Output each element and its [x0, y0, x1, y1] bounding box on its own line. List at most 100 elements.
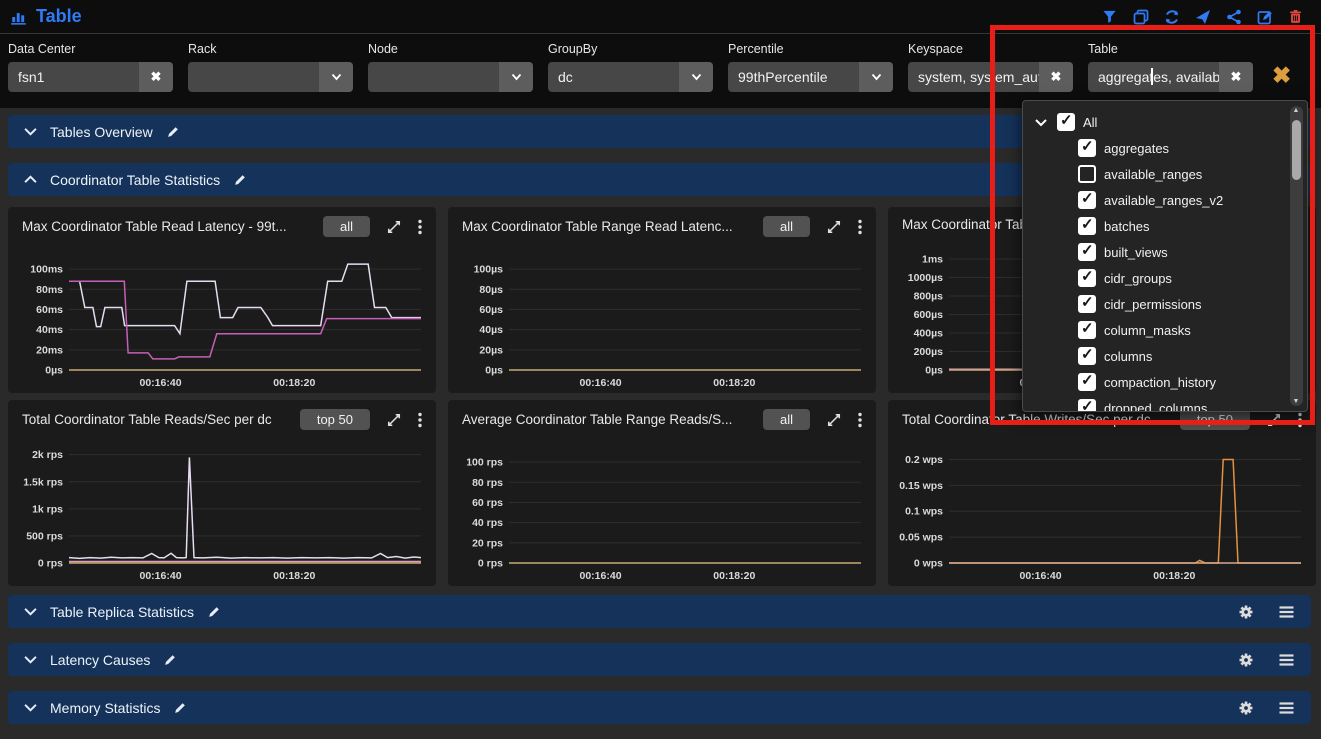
gear-icon[interactable] — [1238, 652, 1254, 668]
checkbox[interactable] — [1078, 243, 1096, 261]
clear-icon[interactable]: ✖ — [1219, 62, 1253, 92]
chevron-down-icon[interactable] — [499, 62, 533, 92]
panel-filter-badge[interactable]: all — [323, 216, 370, 237]
svg-text:0 rps: 0 rps — [38, 558, 63, 570]
pencil-icon[interactable] — [173, 701, 187, 715]
panel-title: Max Coordinator Table Range Read Latenc.… — [462, 219, 746, 234]
clear-icon[interactable]: ✖ — [139, 62, 173, 92]
checkbox[interactable] — [1057, 113, 1075, 131]
rack-value[interactable] — [188, 62, 319, 92]
svg-text:100µs: 100µs — [474, 264, 504, 276]
filter-percentile: Percentile 99thPercentile — [728, 42, 893, 92]
pencil-icon[interactable] — [166, 125, 180, 139]
node-select[interactable] — [368, 62, 533, 92]
dropdown-item-all[interactable]: All — [1023, 109, 1307, 135]
panel-filter-badge[interactable]: top 50 — [300, 409, 370, 430]
groupby-select[interactable]: dc — [548, 62, 713, 92]
panel-title: Total Coordinator Table Reads/Sec per dc — [22, 412, 283, 427]
svg-text:80µs: 80µs — [479, 284, 503, 296]
dropdown-item-label: available_ranges — [1104, 167, 1202, 182]
chevron-down-icon[interactable] — [859, 62, 893, 92]
svg-text:0µs: 0µs — [485, 365, 503, 377]
percentile-value[interactable]: 99thPercentile — [728, 62, 859, 92]
checkbox[interactable] — [1078, 321, 1096, 339]
keyspace-value[interactable]: system, system_auth — [908, 62, 1039, 92]
dropdown-item[interactable]: aggregates — [1023, 135, 1307, 161]
duplicate-icon[interactable] — [1133, 9, 1150, 26]
expand-icon[interactable] — [387, 413, 401, 427]
checkbox[interactable] — [1078, 139, 1096, 157]
send-icon[interactable] — [1195, 9, 1212, 26]
chevron-down-icon[interactable] — [319, 62, 353, 92]
checkbox[interactable] — [1078, 191, 1096, 209]
checkbox[interactable] — [1078, 373, 1096, 391]
svg-text:20 rps: 20 rps — [472, 537, 503, 549]
gear-icon[interactable] — [1238, 700, 1254, 716]
table-value[interactable]: aggregates, available — [1088, 62, 1219, 92]
checkbox[interactable] — [1078, 295, 1096, 313]
table-value-text: aggregates, available — [1098, 69, 1219, 85]
kebab-menu-icon[interactable] — [858, 219, 862, 235]
dropdown-item-label: columns — [1104, 349, 1152, 364]
checkbox[interactable] — [1078, 165, 1096, 183]
dropdown-item[interactable]: cidr_groups — [1023, 265, 1307, 291]
dropdown-item[interactable]: compaction_history — [1023, 369, 1307, 395]
groupby-value[interactable]: dc — [548, 62, 679, 92]
dropdown-item[interactable]: dropped_columns — [1023, 395, 1307, 412]
kebab-menu-icon[interactable] — [858, 412, 862, 428]
kebab-menu-icon[interactable] — [1298, 412, 1302, 428]
scrollbar-thumb[interactable] — [1292, 120, 1301, 180]
chevron-down-icon[interactable] — [1035, 118, 1049, 127]
section-latency-causes[interactable]: Latency Causes — [8, 643, 1311, 676]
chevron-down-icon[interactable] — [679, 62, 713, 92]
panel-filter-badge[interactable]: all — [763, 409, 810, 430]
rack-select[interactable] — [188, 62, 353, 92]
dropdown-item[interactable]: column_masks — [1023, 317, 1307, 343]
data-center-input[interactable]: fsn1 ✖ — [8, 62, 173, 92]
checkbox[interactable] — [1078, 347, 1096, 365]
checkbox[interactable] — [1078, 269, 1096, 287]
svg-text:40 rps: 40 rps — [472, 517, 503, 529]
clear-all-filters-icon[interactable]: ✖ — [1272, 62, 1291, 89]
dropdown-item[interactable]: built_views — [1023, 239, 1307, 265]
table-input[interactable]: aggregates, available ✖ — [1088, 62, 1253, 92]
keyspace-input[interactable]: system, system_auth ✖ — [908, 62, 1073, 92]
edit-icon[interactable] — [1257, 9, 1274, 26]
dropdown-item[interactable]: available_ranges_v2 — [1023, 187, 1307, 213]
kebab-menu-icon[interactable] — [418, 219, 422, 235]
dropdown-item[interactable]: batches — [1023, 213, 1307, 239]
hamburger-menu-icon[interactable] — [1278, 653, 1295, 667]
expand-icon[interactable] — [827, 413, 841, 427]
dropdown-item-label: cidr_permissions — [1104, 297, 1202, 312]
checkbox[interactable] — [1078, 399, 1096, 412]
hamburger-menu-icon[interactable] — [1278, 701, 1295, 715]
expand-icon[interactable] — [1267, 413, 1281, 427]
scrollbar[interactable] — [1290, 106, 1303, 406]
gear-icon[interactable] — [1238, 604, 1254, 620]
expand-icon[interactable] — [827, 220, 841, 234]
delete-icon[interactable] — [1288, 9, 1305, 26]
checkbox[interactable] — [1078, 217, 1096, 235]
share-icon[interactable] — [1226, 9, 1243, 26]
dropdown-item[interactable]: available_ranges — [1023, 161, 1307, 187]
dropdown-item[interactable]: cidr_permissions — [1023, 291, 1307, 317]
svg-text:0.2 wps: 0.2 wps — [905, 454, 943, 466]
pencil-icon[interactable] — [207, 605, 221, 619]
filter-label: Table — [1088, 42, 1253, 56]
kebab-menu-icon[interactable] — [418, 412, 422, 428]
dropdown-item[interactable]: columns — [1023, 343, 1307, 369]
panel-filter-badge[interactable]: top 50 — [1180, 409, 1250, 430]
percentile-select[interactable]: 99thPercentile — [728, 62, 893, 92]
pencil-icon[interactable] — [233, 173, 247, 187]
refresh-icon[interactable] — [1164, 9, 1181, 26]
section-table-replica-statistics[interactable]: Table Replica Statistics — [8, 595, 1311, 628]
filter-icon[interactable] — [1102, 9, 1119, 26]
clear-icon[interactable]: ✖ — [1039, 62, 1073, 92]
panel-filter-badge[interactable]: all — [763, 216, 810, 237]
expand-icon[interactable] — [387, 220, 401, 234]
hamburger-menu-icon[interactable] — [1278, 605, 1295, 619]
node-value[interactable] — [368, 62, 499, 92]
data-center-value[interactable]: fsn1 — [8, 62, 139, 92]
section-memory-statistics[interactable]: Memory Statistics — [8, 691, 1311, 724]
pencil-icon[interactable] — [163, 653, 177, 667]
